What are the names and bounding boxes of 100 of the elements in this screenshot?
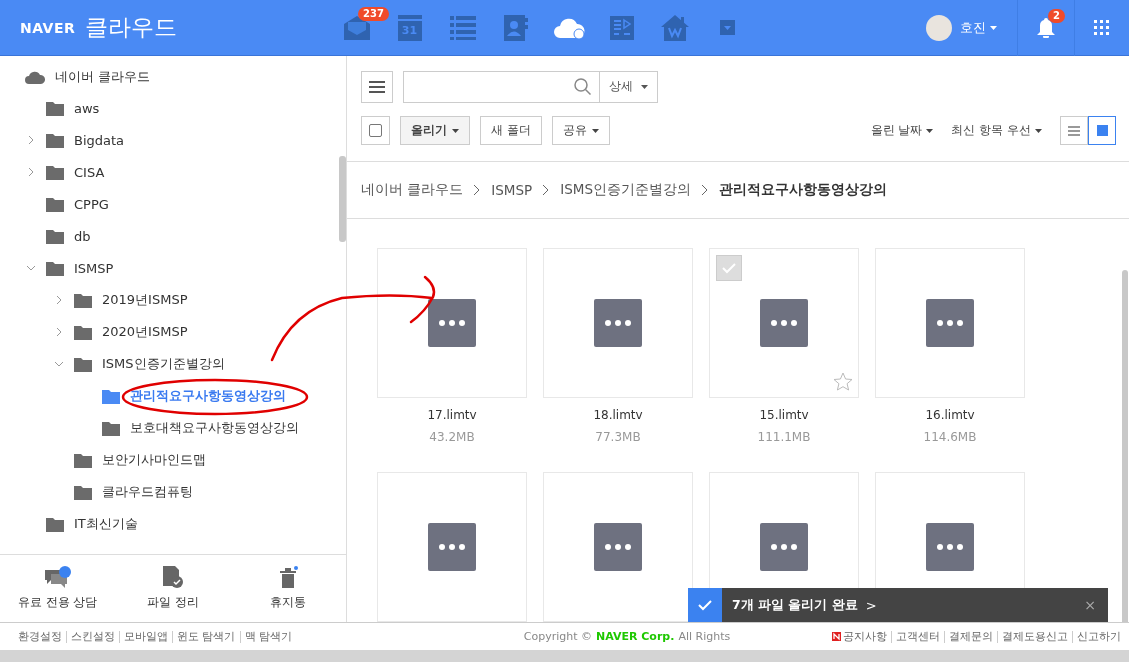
folder-name[interactable]: 보호대책요구사항동영상강의 [130,419,299,437]
file-icon [926,523,974,571]
sort-dropdown[interactable]: 올린 날짜 [870,122,934,139]
folder-name[interactable]: 관리적요구사항동영상강의 [130,387,286,405]
footer-link[interactable]: 환경설정 [18,630,62,643]
file-thumbnail[interactable] [543,472,693,622]
chevron-right-icon[interactable] [55,295,63,305]
checkbox[interactable] [369,124,382,137]
bell-icon[interactable] [1037,17,1055,38]
folder-icon [46,228,64,244]
chevron-right-icon[interactable] [55,327,63,337]
footer-link[interactable]: 스킨설정 [66,630,115,643]
folder-name[interactable]: CISA [74,164,105,180]
footer-link[interactable]: 모바일앱 [119,630,168,643]
folder-name[interactable]: 네이버 클라우드 [55,68,151,86]
file-thumbnail[interactable] [377,472,527,622]
share-button[interactable]: 공유 [551,116,610,145]
cloud-icon[interactable] [552,16,585,39]
file-thumbnail[interactable] [709,248,859,398]
search-field[interactable] [403,70,600,103]
footer-link[interactable]: 결제도용신고 [997,630,1068,643]
file-icon [594,523,642,571]
new-folder-button[interactable]: 새 폴더 [480,116,542,145]
file-thumbnail[interactable] [875,248,1025,398]
folder-name[interactable]: 보안기사마인드맵 [102,451,206,469]
close-button[interactable]: × [1084,597,1096,613]
count-badge: 237 [358,6,389,21]
file-thumbnail[interactable] [543,248,693,398]
chevron-right-icon [701,184,709,196]
folder-icon [46,260,64,276]
select-all-button[interactable] [361,116,390,145]
footer-link[interactable]: 공지사항 [843,630,887,643]
list-icon[interactable] [449,15,476,40]
file-size: 77.3MB [595,430,641,444]
star-icon[interactable] [833,372,853,392]
folder-name[interactable]: IT최신기술 [74,515,138,533]
toast-message[interactable]: 7개 파일 올리기 완료 [732,596,858,614]
envelope-icon[interactable] [343,15,370,40]
folder-name[interactable]: 클라우드컴퓨팅 [102,483,193,501]
folder-name[interactable]: ISMSP [74,260,114,276]
chevron-right-icon[interactable] [27,167,35,177]
folder-name[interactable]: 2019년ISMSP [102,291,188,309]
file-name[interactable]: 18.limtv [593,408,643,422]
avatar[interactable] [926,14,952,41]
breadcrumb-item[interactable]: ISMSP [491,182,533,198]
file-name[interactable]: 15.limtv [759,408,809,422]
file-icon [594,299,642,347]
footer-link[interactable]: 신고하기 [1072,630,1121,643]
notice-icon [832,632,841,641]
folder-name[interactable]: CPPG [74,196,109,212]
tool-label[interactable]: 유료 전용 상담 [17,594,98,611]
chevron-down-icon[interactable] [54,360,64,368]
chat-icon[interactable] [44,566,71,588]
trash-icon[interactable] [278,566,299,588]
breadcrumb-item[interactable]: 네이버 클라우드 [361,181,464,199]
chevron-right-icon [473,184,482,196]
apps-grid-icon[interactable] [1094,19,1110,36]
scrollbar[interactable] [339,156,346,242]
file-name[interactable]: 17.limtv [427,408,477,422]
house-icon[interactable] [660,14,689,41]
folder-name[interactable]: ISMS인증기준별강의 [102,355,225,373]
report-icon[interactable] [609,15,634,40]
folder-icon [74,292,92,308]
list-view-button[interactable] [1060,116,1088,145]
tool-label[interactable]: 휴지통 [270,594,307,611]
contacts-icon[interactable] [503,14,528,41]
scrollbar[interactable] [1122,270,1128,622]
upload-button[interactable]: 올리기 [400,116,470,145]
footer-link[interactable]: 맥 탐색기 [239,630,292,643]
search-icon[interactable] [574,78,591,95]
folder-icon [74,484,92,500]
toast-link[interactable]: > [865,597,877,613]
chevron-right-icon[interactable] [27,135,35,145]
file-icon [760,299,808,347]
caret-icon [591,128,599,133]
folder-name[interactable]: Bigdata [74,132,125,148]
app-title: 클라우드 [85,13,178,42]
chevron-down-icon[interactable] [26,264,36,272]
copyright-text: Copyright © [523,630,592,643]
grid-view-button[interactable] [1088,116,1116,145]
dropdown-icon[interactable] [720,20,735,35]
file-size: 111.1MB [757,430,811,444]
breadcrumb-item[interactable]: ISMS인증기준별강의 [560,181,691,199]
file-thumbnail[interactable] [377,248,527,398]
checkbox[interactable] [716,255,742,281]
folder-icon [46,196,64,212]
footer-link[interactable]: 결제문의 [944,630,993,643]
tool-label[interactable]: 파일 정리 [147,594,199,611]
file-check-icon[interactable] [163,566,183,588]
caret-icon [990,25,997,30]
file-name[interactable]: 16.limtv [925,408,975,422]
calendar-date: 31 [401,23,418,37]
detail-dropdown[interactable]: 상세 [600,70,658,103]
menu-button[interactable] [361,70,393,103]
folder-name[interactable]: db [74,228,91,244]
footer-link[interactable]: 고객센터 [891,630,940,643]
order-dropdown[interactable]: 최신 항목 우선 [951,122,1042,139]
folder-name[interactable]: 2020년ISMSP [102,323,188,341]
footer-link[interactable]: 윈도 탐색기 [172,630,236,643]
folder-name[interactable]: aws [74,100,100,116]
